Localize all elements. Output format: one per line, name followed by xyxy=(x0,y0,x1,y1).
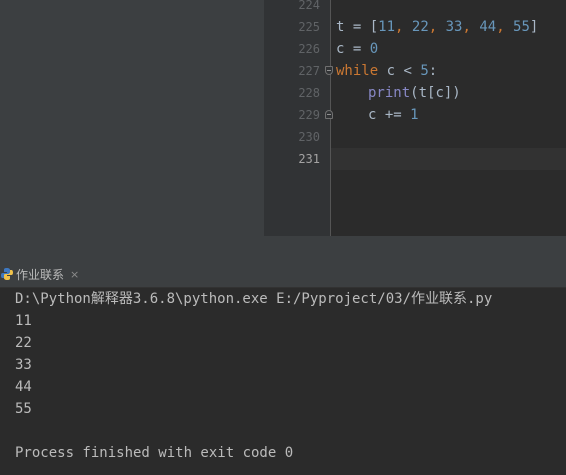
code-token: 55 xyxy=(513,19,530,35)
code-token: , xyxy=(496,19,514,35)
code-token: c = xyxy=(336,41,370,57)
run-console[interactable]: D:\Python解释器3.6.8\python.exe E:/Pyprojec… xyxy=(0,288,566,475)
code-token: , xyxy=(395,19,412,35)
console-exit-line: Process finished with exit code 0 xyxy=(15,445,294,461)
code-token: , xyxy=(462,19,480,35)
console-output-line: 55 xyxy=(15,401,32,417)
line-number: 229 xyxy=(298,108,320,122)
fold-open-icon[interactable] xyxy=(325,66,333,75)
code-token: c += xyxy=(368,107,411,123)
code-line-229[interactable]: c += 1 xyxy=(368,104,419,126)
line-number: 228 xyxy=(298,86,320,100)
code-token: 11 xyxy=(378,19,396,35)
line-number: 230 xyxy=(298,130,320,144)
code-line-226[interactable]: c = 0 xyxy=(336,38,378,60)
run-tab-label: 作业联系 xyxy=(16,267,65,282)
console-output-line: 11 xyxy=(15,313,32,329)
code-token: c < xyxy=(378,63,421,79)
console-output-line: 22 xyxy=(15,335,32,351)
code-token: 22 xyxy=(411,19,429,35)
line-number: 224 xyxy=(298,0,320,12)
code-token: 44 xyxy=(479,19,497,35)
code-token: 33 xyxy=(445,19,463,35)
console-output-line: 44 xyxy=(15,379,32,395)
console-command-line: D:\Python解释器3.6.8\python.exe E:/Pyprojec… xyxy=(15,291,493,307)
line-number: 227 xyxy=(298,64,320,78)
fold-end-icon[interactable] xyxy=(325,110,333,119)
code-line-227[interactable]: while c < 5: xyxy=(336,60,437,82)
code-token: while xyxy=(336,63,379,79)
line-number: 225 xyxy=(298,20,320,34)
code-token: 5 xyxy=(420,63,429,79)
code-token: (t[c]) xyxy=(410,85,461,101)
code-token: = xyxy=(344,19,370,35)
current-line-highlight xyxy=(331,148,566,170)
code-line-228[interactable]: print(t[c]) xyxy=(368,82,461,104)
editor-bottom-bar xyxy=(264,236,566,260)
console-output-line: 33 xyxy=(15,357,32,373)
python-icon xyxy=(0,267,14,281)
code-token: : xyxy=(428,63,438,79)
code-token: ] xyxy=(529,19,539,35)
code-token: [ xyxy=(369,19,379,35)
run-tab[interactable]: 作业联系 × xyxy=(0,260,84,288)
project-panel xyxy=(0,0,264,260)
run-tool-window-tabs: 作业联系 × xyxy=(0,260,566,288)
code-editor[interactable]: 224 225 226 227 228 229 230 231 t = [11,… xyxy=(264,0,566,260)
code-token: print xyxy=(368,85,411,101)
code-line-225[interactable]: t = [11, 22, 33, 44, 55] xyxy=(336,16,538,38)
close-icon[interactable]: × xyxy=(70,268,79,281)
line-number: 226 xyxy=(298,42,320,56)
code-token: 0 xyxy=(369,41,379,57)
line-number-current: 231 xyxy=(298,152,320,166)
code-token: 1 xyxy=(410,107,419,123)
code-token: , xyxy=(428,19,446,35)
